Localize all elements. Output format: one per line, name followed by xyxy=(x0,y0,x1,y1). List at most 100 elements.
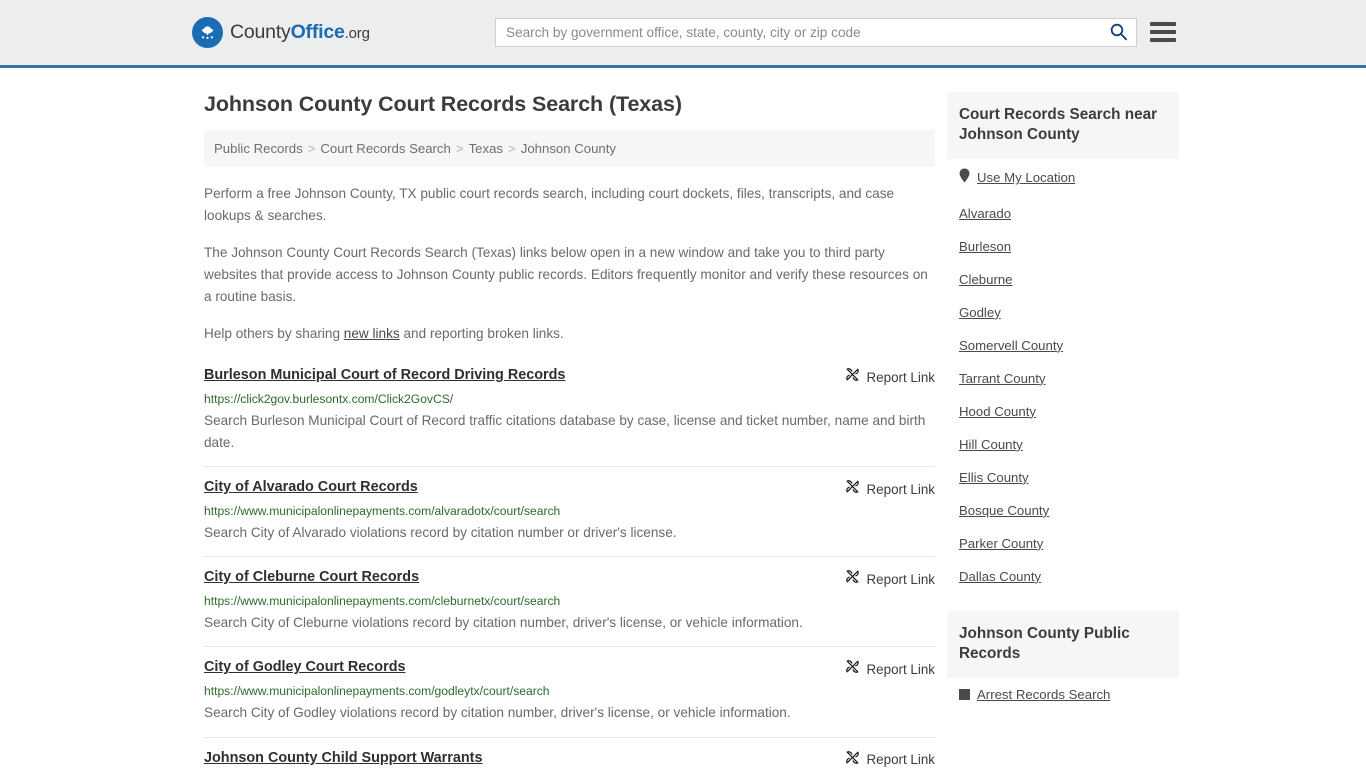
search-button[interactable] xyxy=(1100,19,1136,46)
sidebar-item-hood-county[interactable]: Hood County xyxy=(947,395,1179,428)
sidebar-link-arrest-records-search[interactable]: Arrest Records Search xyxy=(977,687,1110,702)
intro-p3-pre: Help others by sharing xyxy=(204,326,344,342)
breadcrumb-item-court-records-search[interactable]: Court Records Search xyxy=(320,141,450,156)
breadcrumb-item-texas[interactable]: Texas xyxy=(469,141,503,156)
results-list: Burleson Municipal Court of Record Drivi… xyxy=(204,360,935,768)
page-body: Johnson County Court Records Search (Tex… xyxy=(0,68,1366,768)
sidebar-item-dallas-county[interactable]: Dallas County xyxy=(947,560,1179,593)
main-content: Johnson County Court Records Search (Tex… xyxy=(204,68,935,768)
result-url[interactable]: https://www.municipalonlinepayments.com/… xyxy=(204,503,935,520)
breadcrumb: Public Records > Court Records Search > Texa… xyxy=(204,130,935,167)
report-link-button[interactable]: Report Link xyxy=(845,367,935,387)
breadcrumb-separator: > xyxy=(455,141,464,156)
result-header: City of Godley Court Records Report Link xyxy=(204,658,935,679)
report-link-label: Report Link xyxy=(866,571,935,587)
square-bullet-icon xyxy=(959,688,970,700)
result-title-link[interactable]: Johnson County Child Support Warrants xyxy=(204,749,482,768)
sidebar-link-burleson[interactable]: Burleson xyxy=(959,239,1011,254)
sidebar-nearby-title: Court Records Search near Johnson County xyxy=(947,92,1179,159)
search-input[interactable] xyxy=(496,19,1100,46)
result-description: Search City of Godley violations record … xyxy=(204,705,791,721)
intro-paragraph-2: The Johnson County Court Records Search … xyxy=(204,245,928,305)
sidebar: Court Records Search near Johnson County… xyxy=(947,68,1179,768)
brand-county: County xyxy=(230,21,291,43)
brand-wordmark: CountyOffice.org xyxy=(230,21,370,44)
breadcrumb-separator: > xyxy=(508,141,516,156)
result-item: City of Godley Court Records Report Link xyxy=(204,646,935,736)
report-link-button[interactable]: Report Link xyxy=(845,479,935,499)
sidebar-item-tarrant-county[interactable]: Tarrant County xyxy=(947,362,1179,395)
result-description: Search City of Alvarado violations recor… xyxy=(204,525,677,541)
sidebar-nearby-list: Use My Location Alvarado Burleson Clebur… xyxy=(947,159,1179,593)
result-item: Johnson County Child Support Warrants Re… xyxy=(204,736,935,768)
sidebar-item-hill-county[interactable]: Hill County xyxy=(947,428,1179,461)
broken-link-icon xyxy=(845,569,860,589)
sidebar-link-parker-county[interactable]: Parker County xyxy=(959,536,1043,551)
result-title-link[interactable]: City of Alvarado Court Records xyxy=(204,478,418,497)
intro-paragraph-1: Perform a free Johnson County, TX public… xyxy=(204,186,895,224)
hamburger-menu-icon[interactable] xyxy=(1150,19,1176,45)
sidebar-link-bosque-county[interactable]: Bosque County xyxy=(959,503,1049,518)
sidebar-item-arrest-records-search[interactable]: Arrest Records Search xyxy=(947,678,1179,711)
result-url[interactable]: https://click2gov.burlesontx.com/Click2G… xyxy=(204,391,935,408)
result-description: Search Burleson Municipal Court of Recor… xyxy=(204,413,926,451)
new-links-link[interactable]: new links xyxy=(344,326,400,341)
sidebar-link-tarrant-county[interactable]: Tarrant County xyxy=(959,371,1046,386)
report-link-label: Report Link xyxy=(866,752,935,768)
sidebar-item-burleson[interactable]: Burleson xyxy=(947,230,1179,263)
breadcrumb-separator: > xyxy=(307,141,316,156)
sidebar-link-somervell-county[interactable]: Somervell County xyxy=(959,338,1063,353)
brand-org: .org xyxy=(344,25,370,42)
report-link-button[interactable]: Report Link xyxy=(845,659,935,679)
intro-p3-post: and reporting broken links. xyxy=(399,326,564,342)
page-title: Johnson County Court Records Search (Tex… xyxy=(204,92,682,116)
result-title-link[interactable]: City of Cleburne Court Records xyxy=(204,568,419,587)
intro-text: Perform a free Johnson County, TX public… xyxy=(204,183,935,345)
sidebar-link-dallas-county[interactable]: Dallas County xyxy=(959,569,1041,584)
result-title-link[interactable]: Burleson Municipal Court of Record Drivi… xyxy=(204,366,565,385)
broken-link-icon xyxy=(845,659,860,679)
sidebar-link-hood-county[interactable]: Hood County xyxy=(959,404,1036,419)
breadcrumb-item-public-records[interactable]: Public Records xyxy=(214,141,303,156)
countyoffice-eagle-logo-icon xyxy=(192,17,223,48)
site-logo-link[interactable]: CountyOffice.org xyxy=(192,17,370,48)
result-header: City of Cleburne Court Records Report Li… xyxy=(204,568,935,589)
report-link-button[interactable]: Report Link xyxy=(845,750,935,768)
hamburger-bar-1 xyxy=(1150,22,1176,26)
breadcrumb-item-johnson-county[interactable]: Johnson County xyxy=(521,141,616,156)
brand-office: Office xyxy=(290,21,345,43)
result-url[interactable]: https://www.municipalonlinepayments.com/… xyxy=(204,683,935,700)
result-url[interactable]: https://www.municipalonlinepayments.com/… xyxy=(204,593,935,610)
search-icon xyxy=(1109,22,1128,44)
sidebar-link-alvarado[interactable]: Alvarado xyxy=(959,206,1011,221)
result-item: City of Alvarado Court Records Report Li… xyxy=(204,466,935,556)
result-header: Burleson Municipal Court of Record Drivi… xyxy=(204,366,935,387)
sidebar-public-records-title: Johnson County Public Records xyxy=(947,610,1179,678)
result-item: City of Cleburne Court Records Report Li… xyxy=(204,556,935,646)
sidebar-item-use-my-location[interactable]: Use My Location xyxy=(947,159,1179,197)
sidebar-item-godley[interactable]: Godley xyxy=(947,296,1179,329)
sidebar-item-somervell-county[interactable]: Somervell County xyxy=(947,329,1179,362)
broken-link-icon xyxy=(845,479,860,499)
sidebar-link-godley[interactable]: Godley xyxy=(959,305,1001,320)
hamburger-bar-2 xyxy=(1150,30,1176,34)
report-link-label: Report Link xyxy=(866,661,935,677)
sidebar-item-bosque-county[interactable]: Bosque County xyxy=(947,494,1179,527)
sidebar-item-cleburne[interactable]: Cleburne xyxy=(947,263,1179,296)
sidebar-link-use-my-location[interactable]: Use My Location xyxy=(977,170,1075,185)
broken-link-icon xyxy=(845,367,860,387)
sidebar-link-ellis-county[interactable]: Ellis County xyxy=(959,470,1029,485)
result-item: Burleson Municipal Court of Record Drivi… xyxy=(204,360,935,466)
hamburger-bar-3 xyxy=(1150,38,1176,42)
sidebar-item-ellis-county[interactable]: Ellis County xyxy=(947,461,1179,494)
report-link-label: Report Link xyxy=(866,481,935,497)
result-title-link[interactable]: City of Godley Court Records xyxy=(204,658,406,677)
report-link-button[interactable]: Report Link xyxy=(845,569,935,589)
sidebar-item-parker-county[interactable]: Parker County xyxy=(947,527,1179,560)
sidebar-link-cleburne[interactable]: Cleburne xyxy=(959,272,1013,287)
broken-link-icon xyxy=(845,750,860,768)
site-header: CountyOffice.org xyxy=(0,0,1366,68)
sidebar-link-hill-county[interactable]: Hill County xyxy=(959,437,1023,452)
search-bar xyxy=(495,18,1137,47)
sidebar-item-alvarado[interactable]: Alvarado xyxy=(947,197,1179,230)
